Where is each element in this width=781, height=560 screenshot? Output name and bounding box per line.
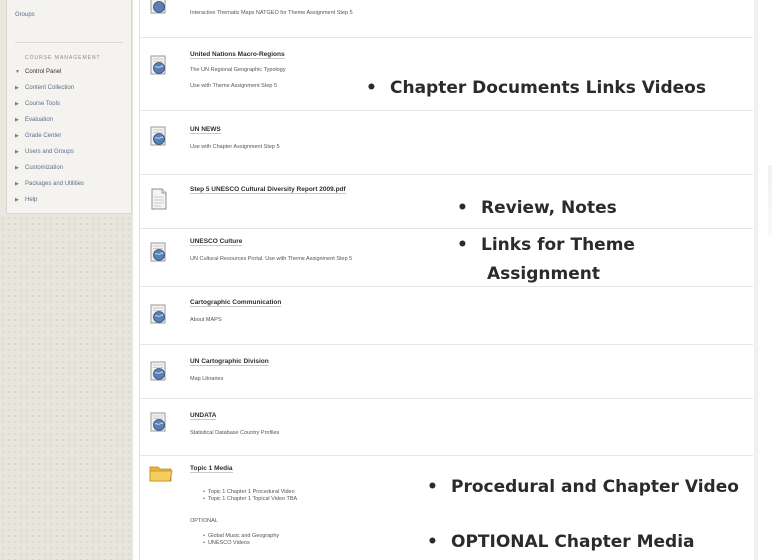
item-title-link[interactable]: UNDATA: [190, 412, 217, 420]
list-item: UN NEWS Use with Chapter Assignment Step…: [139, 110, 753, 175]
faint-edge-decoration: [768, 165, 772, 235]
folder-icon: [149, 466, 173, 482]
list-item-link[interactable]: UNESCO Videos: [203, 540, 279, 547]
web-link-icon: [150, 0, 166, 14]
course-sidebar: Groups COURSE MANAGEMENT ▼ Control Panel …: [0, 0, 133, 560]
expand-right-icon: ▶: [15, 85, 19, 91]
item-description: The UN Regional Geographic Typology: [190, 67, 286, 73]
item-title-link[interactable]: Topic 1 Media: [190, 465, 233, 473]
sidebar-item-evaluation[interactable]: ▶ Evaluation: [15, 117, 53, 123]
item-description: Use with Theme Assignment Step 5: [190, 83, 278, 89]
sidebar-item-packages-and-utilities[interactable]: ▶ Packages and Utilities: [15, 181, 84, 187]
item-title-link[interactable]: UNESCO Culture: [190, 238, 243, 246]
callout-optional-media: • OPTIONAL Chapter Media: [427, 532, 695, 552]
list-item-link[interactable]: Topic 1 Chapter 1 Procedural Video: [203, 489, 297, 496]
sidebar-divider: [15, 42, 123, 43]
item-title-link[interactable]: Cartographic Communication: [190, 299, 282, 307]
web-link-icon: [150, 304, 166, 324]
file-document-icon: [151, 188, 167, 210]
sidebar-item-help[interactable]: ▶ Help: [15, 197, 37, 203]
list-item: Interactive Thematic Maps NATGEO for The…: [139, 0, 753, 38]
callout-chapter-documents: • Chapter Documents Links Videos: [366, 78, 706, 98]
item-description: UN Cultural Resources Portal. Use with T…: [190, 256, 353, 262]
callout-links-theme: • Links for Theme: [457, 235, 635, 255]
callout-links-theme-continued: Assignment: [487, 264, 600, 284]
item-title-link[interactable]: UN Cartographic Division: [190, 358, 269, 366]
sidebar-item-control-panel[interactable]: ▼ Control Panel: [15, 69, 61, 75]
expand-right-icon: ▶: [15, 149, 19, 155]
sidebar-background-pattern: [0, 215, 133, 560]
expand-right-icon: ▶: [15, 165, 19, 171]
item-description: Use with Chapter Assignment Step 5: [190, 144, 280, 150]
sidebar-item-users-and-groups[interactable]: ▶ Users and Groups: [15, 149, 74, 155]
sidebar-item-customization[interactable]: ▶ Customization: [15, 165, 63, 171]
sidebar-link-groups[interactable]: Groups: [15, 12, 35, 18]
item-description: Map Libraries: [190, 376, 224, 382]
item-title-link[interactable]: UN NEWS: [190, 126, 221, 134]
expand-right-icon: ▶: [15, 133, 19, 139]
expand-right-icon: ▶: [15, 181, 19, 187]
sidebar-item-grade-center[interactable]: ▶ Grade Center: [15, 133, 61, 139]
expand-right-icon: ▶: [15, 117, 19, 123]
sidebar-item-content-collection[interactable]: ▶ Content Collection: [15, 85, 74, 91]
list-item: UNDATA Statistical Database Country Prof…: [139, 398, 753, 456]
list-item: UNESCO Culture UN Cultural Resources Por…: [139, 228, 753, 287]
content-right-edge: [754, 0, 758, 560]
item-title-link[interactable]: United Nations Macro-Regions: [190, 51, 285, 59]
web-link-icon: [150, 242, 166, 262]
optional-media-list: Global Music and Geography UNESCO Videos: [203, 533, 279, 547]
list-item-link[interactable]: Topic 1 Chapter 1 Topical Video TBA: [203, 496, 297, 503]
optional-label: OPTIONAL: [190, 518, 218, 524]
course-management-panel: Groups COURSE MANAGEMENT ▼ Control Panel …: [6, 0, 132, 214]
expand-right-icon: ▶: [15, 197, 19, 203]
list-item: UN Cartographic Division Map Libraries: [139, 344, 753, 399]
item-title-link[interactable]: Step 5 UNESCO Cultural Diversity Report …: [190, 186, 346, 194]
web-link-icon: [150, 126, 166, 146]
sidebar-item-course-tools[interactable]: ▶ Course Tools: [15, 101, 60, 107]
list-item: Step 5 UNESCO Cultural Diversity Report …: [139, 174, 753, 229]
list-item-link[interactable]: Global Music and Geography: [203, 533, 279, 540]
callout-review-notes: • Review, Notes: [457, 198, 617, 218]
callout-procedural-video: • Procedural and Chapter Video: [427, 477, 739, 497]
expand-down-icon: ▼: [15, 69, 20, 75]
item-description: Interactive Thematic Maps NATGEO for The…: [190, 10, 353, 16]
course-management-heading: COURSE MANAGEMENT: [25, 55, 101, 61]
web-link-icon: [150, 412, 166, 432]
list-item: Cartographic Communication About MAPS: [139, 286, 753, 345]
web-link-icon: [150, 55, 166, 75]
media-link-list: Topic 1 Chapter 1 Procedural Video Topic…: [203, 489, 297, 503]
item-description: Statistical Database Country Profiles: [190, 430, 280, 436]
item-description: About MAPS: [190, 317, 222, 323]
web-link-icon: [150, 361, 166, 381]
expand-right-icon: ▶: [15, 101, 19, 107]
